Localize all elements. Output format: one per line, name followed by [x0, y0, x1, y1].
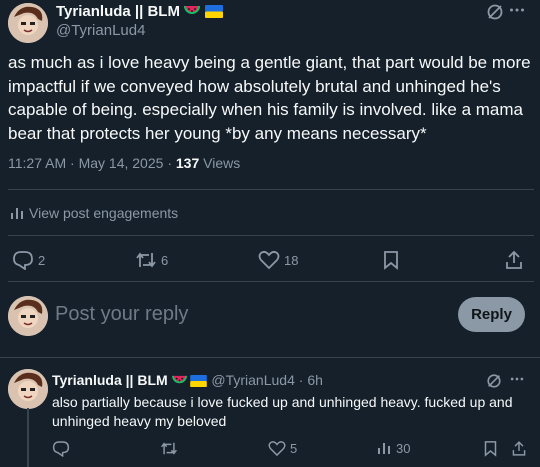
author-handle[interactable]: @TyrianLud4 [56, 22, 145, 39]
author-name[interactable]: Tyrianluda || BLM [56, 3, 180, 20]
more-icon[interactable] [509, 371, 525, 387]
more-icon[interactable] [508, 1, 526, 19]
reply-text: also partially because i love fucked up … [52, 393, 534, 431]
avatar[interactable] [8, 3, 48, 43]
tweet-text-line: capable of being. especially when his fa… [8, 100, 523, 119]
separator: · [167, 155, 172, 171]
views-icon [378, 443, 390, 454]
ukraine-flag-icon [204, 5, 223, 23]
watermelon-icon [171, 374, 187, 390]
reply-button[interactable] [52, 440, 70, 457]
analytics-icon [11, 208, 23, 219]
reply-button[interactable]: 2 [12, 250, 45, 270]
engagements-label: View post engagements [29, 205, 179, 221]
reply-icon [52, 441, 70, 457]
like-count: 18 [284, 252, 299, 268]
reply-submit-button[interactable]: Reply [458, 297, 525, 332]
bookmark-button[interactable] [483, 440, 498, 457]
tweet-text: as much as i love heavy being a gentle g… [8, 51, 534, 145]
tweet-text-line: as much as i love heavy being a gentle g… [8, 53, 531, 72]
views-count: 30 [396, 440, 411, 456]
watermelon-icon [184, 4, 201, 23]
reply-count: 2 [38, 252, 46, 268]
grok-icon[interactable] [486, 3, 504, 21]
views-label: Views [203, 155, 241, 171]
tweet-text-line: bear that protects her young *by any mea… [8, 123, 427, 143]
reply-text-line: also partially because i love fucked up … [52, 394, 513, 410]
repost-button[interactable] [160, 440, 178, 457]
separator: · [298, 372, 304, 388]
author-line: Tyrianluda || BLM [56, 3, 223, 23]
share-icon [506, 250, 522, 269]
view-engagements-link[interactable]: View post engagements [9, 205, 178, 221]
repost-count: 6 [161, 252, 169, 268]
thread-line [27, 408, 29, 467]
like-count: 5 [290, 441, 298, 456]
reply-text-line: unhinged heavy my beloved [52, 413, 227, 429]
like-button[interactable]: 18 [258, 250, 298, 270]
grok-icon[interactable] [486, 373, 502, 389]
author-name[interactable]: Tyrianluda || BLM [52, 372, 168, 388]
divider [0, 357, 540, 358]
divider [8, 281, 534, 282]
share-button[interactable] [511, 440, 527, 457]
divider [8, 189, 534, 190]
views-button[interactable]: 30 [376, 440, 410, 456]
tweet-date[interactable]: May 14, 2025 [79, 155, 164, 171]
repost-icon [161, 442, 177, 455]
bookmark-button[interactable] [382, 250, 400, 270]
author-handle[interactable]: @TyrianLud4 [211, 372, 294, 388]
timestamp-line: 11:27 AM · May 14, 2025 · 137 Views [8, 155, 240, 171]
repost-icon [136, 252, 156, 268]
bookmark-icon [484, 441, 497, 457]
views-count: 137 [175, 155, 200, 171]
like-icon [258, 250, 280, 270]
reply-age[interactable]: 6h [307, 372, 323, 388]
reply-icon [13, 251, 33, 270]
repost-button[interactable]: 6 [135, 250, 168, 270]
tweet-time[interactable]: 11:27 AM [8, 155, 66, 171]
avatar[interactable] [8, 369, 48, 409]
share-icon [512, 441, 526, 456]
ukraine-flag-icon [190, 374, 208, 390]
tweet-text-line: impactful if we conveyed how absolutely … [8, 76, 501, 96]
divider [8, 235, 534, 236]
bookmark-icon [384, 251, 398, 270]
reply-input[interactable]: Post your reply [55, 303, 188, 326]
share-button[interactable] [504, 250, 524, 270]
separator: · [70, 155, 75, 171]
avatar[interactable] [8, 296, 48, 336]
reply-author-line: Tyrianluda || BLM @TyrianLud4 · 6h [52, 372, 323, 390]
like-icon [268, 441, 286, 457]
like-button[interactable]: 5 [268, 440, 297, 457]
